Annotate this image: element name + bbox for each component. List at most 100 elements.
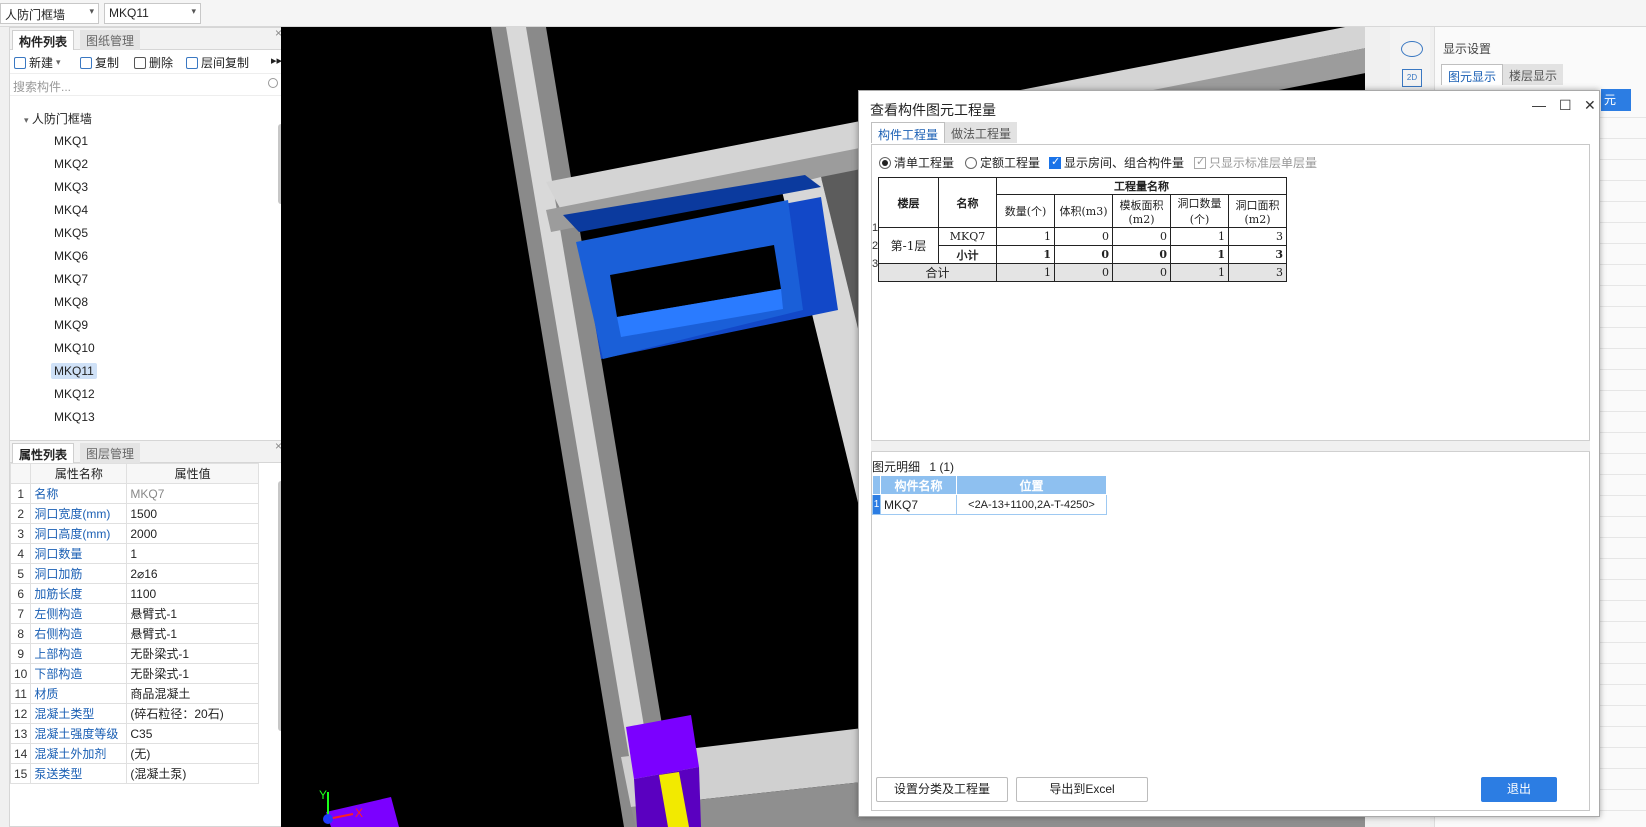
count-header: 数量(个) — [996, 194, 1055, 228]
tree-item[interactable]: MKQ10 — [51, 340, 98, 356]
property-row[interactable]: 13 混凝土强度等级 C35 — [9, 723, 259, 744]
copy-button[interactable]: 复制 — [80, 54, 119, 71]
show-room-option[interactable]: 显示房间、组合构件量 — [1049, 154, 1184, 171]
property-value[interactable]: 1100 — [126, 583, 259, 604]
property-value[interactable]: 2⌀16 — [126, 563, 259, 584]
property-row[interactable]: 6 加筋长度 1100 — [9, 583, 259, 604]
property-row[interactable]: 12 混凝土类型 (碎石粒径：20石) — [9, 703, 259, 724]
tab-component-list[interactable]: 构件列表 — [12, 30, 75, 50]
delete-button[interactable]: 删除 — [134, 54, 173, 71]
tree-item[interactable]: MKQ7 — [51, 271, 91, 287]
tab-floor-display[interactable]: 楼层显示 — [1503, 64, 1564, 85]
export-excel-button[interactable]: 导出到Excel — [1016, 777, 1148, 802]
exit-button[interactable]: 退出 — [1481, 777, 1557, 802]
component-search[interactable]: 搜索构件... — [10, 74, 286, 96]
tree-item-selected[interactable]: MKQ11 — [51, 363, 97, 379]
property-row[interactable]: 10 下部构造 无卧梁式-1 — [9, 663, 259, 684]
quantity-group-header: 工程量名称 — [996, 177, 1287, 195]
property-row[interactable]: 7 左侧构造 悬臂式-1 — [9, 603, 259, 624]
property-row[interactable]: 1 名称 MKQ7 — [9, 483, 259, 504]
minimize-icon[interactable]: — — [1532, 97, 1546, 113]
property-row[interactable]: 11 材质 商品混凝土 — [9, 683, 259, 704]
property-value[interactable]: 商品混凝土 — [126, 683, 259, 704]
component-name-select[interactable]: MKQ11 ▾ — [104, 3, 201, 24]
tree-root[interactable]: ▾ 人防门框墙 — [24, 110, 92, 127]
orbit-icon[interactable] — [1401, 41, 1423, 57]
element-display-chip[interactable]: 元 — [1601, 89, 1631, 111]
tab-drawing-management[interactable]: 图纸管理 — [80, 30, 141, 50]
set-category-button[interactable]: 设置分类及工程量 — [876, 777, 1008, 802]
component-type-select[interactable]: 人防门框墙 ▾ — [0, 3, 99, 24]
tree-item[interactable]: MKQ4 — [51, 202, 91, 218]
chevron-down-icon[interactable]: ▾ — [24, 115, 29, 125]
checkbox-checked[interactable] — [1049, 155, 1061, 169]
value-cell: 3 — [1228, 245, 1287, 264]
radio-unselected[interactable] — [965, 156, 977, 169]
property-value[interactable]: MKQ7 — [126, 483, 259, 504]
search-icon[interactable] — [268, 78, 278, 88]
property-value[interactable]: 无卧梁式-1 — [126, 663, 259, 684]
value-cell: 0 — [1112, 263, 1171, 282]
property-index-header — [9, 463, 32, 484]
close-icon[interactable]: ✕ — [1584, 97, 1596, 114]
floor-header: 楼层 — [878, 177, 939, 228]
property-value[interactable]: 无卧梁式-1 — [126, 643, 259, 664]
property-row[interactable]: 4 洞口数量 1 — [9, 543, 259, 564]
property-value[interactable]: 2000 — [126, 523, 259, 544]
tab-component-quantity[interactable]: 构件工程量 — [871, 122, 946, 143]
tree-item[interactable]: MKQ9 — [51, 317, 91, 333]
property-row[interactable]: 9 上部构造 无卧梁式-1 — [9, 643, 259, 664]
property-value[interactable]: 1500 — [126, 503, 259, 524]
property-header-row: 属性名称 属性值 — [9, 463, 259, 484]
table-row[interactable]: 1 MKQ7 <2A-13+1100,2A-T-4250> — [872, 494, 1107, 515]
property-value[interactable]: 悬臂式-1 — [126, 623, 259, 644]
new-button[interactable]: 新建 ▾ — [14, 54, 61, 71]
tree-item[interactable]: MKQ12 — [51, 386, 98, 402]
subtotal-row[interactable]: 小计 1 0 0 1 3 — [879, 245, 1287, 264]
property-row[interactable]: 3 洞口高度(mm) 2000 — [9, 523, 259, 544]
opening-area-header: 洞口面积(m2) — [1228, 194, 1287, 228]
list-quantity-option[interactable]: 清单工程量 — [879, 154, 954, 171]
property-name: 洞口数量 — [30, 543, 128, 564]
tree-item[interactable]: MKQ8 — [51, 294, 91, 310]
property-value[interactable]: C35 — [126, 723, 259, 744]
property-row[interactable]: 14 混凝土外加剂 (无) — [9, 743, 259, 764]
2d-toggle[interactable]: 2D — [1402, 69, 1422, 87]
axis-y-label: Y — [319, 788, 327, 802]
tree-item[interactable]: MKQ2 — [51, 156, 91, 172]
table-row[interactable]: 第-1层 MKQ7 1 0 0 1 3 — [878, 227, 1287, 264]
property-index: 13 — [9, 723, 32, 744]
maximize-icon[interactable]: ☐ — [1559, 97, 1572, 114]
quota-quantity-option[interactable]: 定额工程量 — [965, 154, 1040, 171]
property-value[interactable]: (无) — [126, 743, 259, 764]
tree-item[interactable]: MKQ3 — [51, 179, 91, 195]
search-input[interactable]: 搜索构件... — [13, 78, 71, 95]
tab-layer-management[interactable]: 图层管理 — [80, 443, 141, 463]
std-floor-label: 只显示标准层单层量 — [1209, 156, 1318, 170]
property-row[interactable]: 2 洞口宽度(mm) 1500 — [9, 503, 259, 524]
radio-selected[interactable] — [879, 156, 891, 169]
property-value[interactable]: (碎石粒径：20石) — [126, 703, 259, 724]
property-row[interactable]: 5 洞口加筋 2⌀16 — [9, 563, 259, 584]
name-cell: 小计 — [938, 245, 997, 264]
property-row[interactable]: 8 右侧构造 悬臂式-1 — [9, 623, 259, 644]
panel-splitter[interactable] — [871, 440, 1590, 452]
tree-item[interactable]: MKQ1 — [51, 133, 91, 149]
tab-element-display[interactable]: 图元显示 — [1441, 64, 1504, 85]
property-value[interactable]: 悬臂式-1 — [126, 603, 259, 624]
property-row[interactable]: 15 泵送类型 (混凝土泵) — [9, 763, 259, 784]
tab-property-list[interactable]: 属性列表 — [12, 443, 75, 463]
detail-row-number: 1 — [872, 494, 881, 515]
value-cell: 1 — [1170, 245, 1229, 264]
name-header: 名称 — [938, 177, 997, 228]
total-row[interactable]: 合计 1 0 0 1 3 — [878, 263, 1287, 282]
tab-method-quantity[interactable]: 做法工程量 — [945, 122, 1018, 143]
tree-item[interactable]: MKQ6 — [51, 248, 91, 264]
property-value[interactable]: 1 — [126, 543, 259, 564]
tree-item[interactable]: MKQ5 — [51, 225, 91, 241]
element-detail-table: 构件名称 位置 1 MKQ7 <2A-13+1100,2A-T-4250> — [872, 475, 1107, 515]
name-cell: MKQ7 — [938, 227, 997, 246]
tree-item[interactable]: MKQ13 — [51, 409, 98, 425]
property-value[interactable]: (混凝土泵) — [126, 763, 259, 784]
floor-copy-button[interactable]: 层间复制 — [186, 54, 249, 71]
